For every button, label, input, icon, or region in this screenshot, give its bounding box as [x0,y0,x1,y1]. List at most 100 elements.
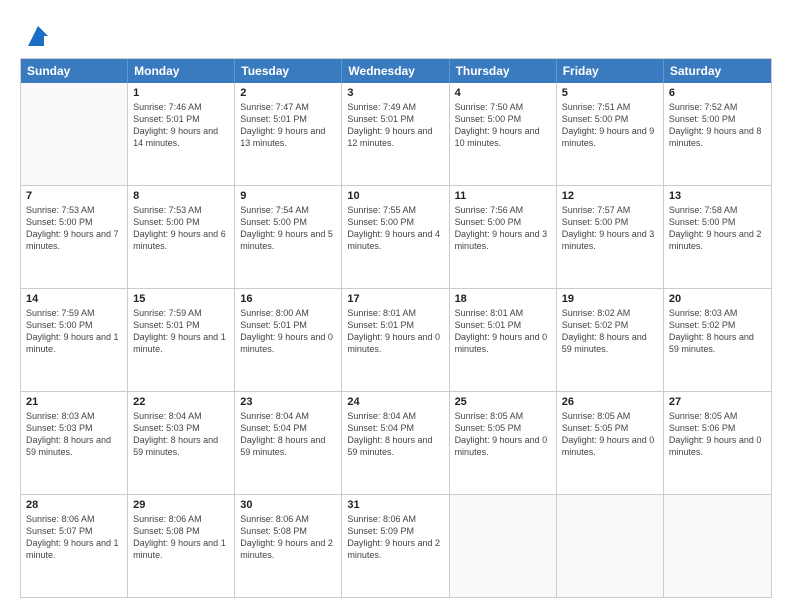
day-info: Sunrise: 7:46 AMSunset: 5:01 PMDaylight:… [133,101,229,150]
day-header-saturday: Saturday [664,59,771,83]
day-header-thursday: Thursday [450,59,557,83]
day-cell-19: 19 Sunrise: 8:02 AMSunset: 5:02 PMDayligh… [557,289,664,391]
day-number: 19 [562,293,658,305]
day-header-sunday: Sunday [21,59,128,83]
day-cell-18: 18Sunrise: 8:01 AMSunset: 5:01 PMDayligh… [450,289,557,391]
day-cell-13: 13 Sunrise: 7:58 AMSunset: 5:00 PMDayligh… [664,186,771,288]
day-number: 22 [133,396,229,408]
day-cell-8: 8Sunrise: 7:53 AMSunset: 5:00 PMDaylight… [128,186,235,288]
day-number: 13 [669,190,766,202]
day-info: Sunrise: 8:02 AMSunset: 5:02 PMDaylight:… [562,307,658,356]
day-cell-17: 17 Sunrise: 8:01 AMSunset: 5:01 PMDayligh… [342,289,449,391]
day-info: Sunrise: 8:06 AMSunset: 5:09 PMDaylight:… [347,513,443,562]
day-cell-7: 7 Sunrise: 7:53 AMSunset: 5:00 PMDaylight… [21,186,128,288]
day-number: 2 [240,87,336,99]
day-number: 25 [455,396,551,408]
day-cell-22: 22 Sunrise: 8:04 AMSunset: 5:03 PMDayligh… [128,392,235,494]
day-info: Sunrise: 8:04 AMSunset: 5:04 PMDaylight:… [240,410,336,459]
empty-cell [557,495,664,597]
day-number: 7 [26,190,122,202]
day-info: Sunrise: 7:58 AMSunset: 5:00 PMDaylight:… [669,204,766,253]
day-info: Sunrise: 7:59 AMSunset: 5:00 PMDaylight:… [26,307,122,356]
day-info: Sunrise: 7:47 AMSunset: 5:01 PMDaylight:… [240,101,336,150]
day-number: 1 [133,87,229,99]
day-info: Sunrise: 8:06 AMSunset: 5:08 PMDaylight:… [240,513,336,562]
day-number: 30 [240,499,336,511]
day-header-wednesday: Wednesday [342,59,449,83]
day-cell-21: 21 Sunrise: 8:03 AMSunset: 5:03 PMDayligh… [21,392,128,494]
day-cell-6: 6 Sunrise: 7:52 AMSunset: 5:00 PMDaylight… [664,83,771,185]
day-cell-4: 4 Sunrise: 7:50 AMSunset: 5:00 PMDaylight… [450,83,557,185]
day-info: Sunrise: 7:53 AMSunset: 5:00 PMDaylight:… [26,204,122,253]
empty-cell [664,495,771,597]
day-info: Sunrise: 8:04 AMSunset: 5:03 PMDaylight:… [133,410,229,459]
calendar-row-5: 28 Sunrise: 8:06 AMSunset: 5:07 PMDayligh… [21,494,771,597]
logo [20,22,52,50]
day-cell-9: 9Sunrise: 7:54 AMSunset: 5:00 PMDaylight… [235,186,342,288]
day-cell-31: 31Sunrise: 8:06 AMSunset: 5:09 PMDayligh… [342,495,449,597]
calendar-row-4: 21 Sunrise: 8:03 AMSunset: 5:03 PMDayligh… [21,391,771,494]
day-info: Sunrise: 7:59 AMSunset: 5:01 PMDaylight:… [133,307,229,356]
day-cell-29: 29Sunrise: 8:06 AMSunset: 5:08 PMDayligh… [128,495,235,597]
calendar: SundayMondayTuesdayWednesdayThursdayFrid… [20,58,772,598]
day-info: Sunrise: 8:03 AMSunset: 5:03 PMDaylight:… [26,410,122,459]
day-number: 26 [562,396,658,408]
day-cell-25: 25 Sunrise: 8:05 AMSunset: 5:05 PMDayligh… [450,392,557,494]
page: SundayMondayTuesdayWednesdayThursdayFrid… [0,0,792,612]
day-info: Sunrise: 8:03 AMSunset: 5:02 PMDaylight:… [669,307,766,356]
day-cell-20: 20Sunrise: 8:03 AMSunset: 5:02 PMDayligh… [664,289,771,391]
day-number: 17 [347,293,443,305]
day-cell-11: 11Sunrise: 7:56 AMSunset: 5:00 PMDayligh… [450,186,557,288]
day-info: Sunrise: 7:55 AMSunset: 5:00 PMDaylight:… [347,204,443,253]
day-info: Sunrise: 8:06 AMSunset: 5:07 PMDaylight:… [26,513,122,562]
day-cell-30: 30 Sunrise: 8:06 AMSunset: 5:08 PMDayligh… [235,495,342,597]
day-info: Sunrise: 7:57 AMSunset: 5:00 PMDaylight:… [562,204,658,253]
day-cell-3: 3 Sunrise: 7:49 AMSunset: 5:01 PMDaylight… [342,83,449,185]
day-number: 18 [455,293,551,305]
empty-cell [21,83,128,185]
day-info: Sunrise: 8:04 AMSunset: 5:04 PMDaylight:… [347,410,443,459]
logo-icon [24,22,52,50]
day-number: 16 [240,293,336,305]
day-number: 4 [455,87,551,99]
day-number: 28 [26,499,122,511]
empty-cell [450,495,557,597]
day-info: Sunrise: 8:01 AMSunset: 5:01 PMDaylight:… [347,307,443,356]
day-number: 6 [669,87,766,99]
day-cell-23: 23 Sunrise: 8:04 AMSunset: 5:04 PMDayligh… [235,392,342,494]
calendar-header: SundayMondayTuesdayWednesdayThursdayFrid… [21,59,771,83]
day-number: 23 [240,396,336,408]
day-info: Sunrise: 7:50 AMSunset: 5:00 PMDaylight:… [455,101,551,150]
day-cell-24: 24Sunrise: 8:04 AMSunset: 5:04 PMDayligh… [342,392,449,494]
calendar-row-3: 14Sunrise: 7:59 AMSunset: 5:00 PMDayligh… [21,288,771,391]
day-info: Sunrise: 8:05 AMSunset: 5:05 PMDaylight:… [455,410,551,459]
day-info: Sunrise: 8:05 AMSunset: 5:06 PMDaylight:… [669,410,766,459]
day-header-friday: Friday [557,59,664,83]
day-number: 29 [133,499,229,511]
day-info: Sunrise: 7:53 AMSunset: 5:00 PMDaylight:… [133,204,229,253]
day-info: Sunrise: 7:51 AMSunset: 5:00 PMDaylight:… [562,101,658,150]
day-info: Sunrise: 8:05 AMSunset: 5:05 PMDaylight:… [562,410,658,459]
day-number: 5 [562,87,658,99]
day-number: 3 [347,87,443,99]
day-cell-28: 28 Sunrise: 8:06 AMSunset: 5:07 PMDayligh… [21,495,128,597]
day-header-monday: Monday [128,59,235,83]
day-info: Sunrise: 7:49 AMSunset: 5:01 PMDaylight:… [347,101,443,150]
day-info: Sunrise: 7:52 AMSunset: 5:00 PMDaylight:… [669,101,766,150]
day-number: 9 [240,190,336,202]
day-number: 15 [133,293,229,305]
day-cell-15: 15 Sunrise: 7:59 AMSunset: 5:01 PMDayligh… [128,289,235,391]
day-number: 12 [562,190,658,202]
day-info: Sunrise: 8:00 AMSunset: 5:01 PMDaylight:… [240,307,336,356]
day-number: 11 [455,190,551,202]
day-cell-1: 1 Sunrise: 7:46 AMSunset: 5:01 PMDaylight… [128,83,235,185]
day-header-tuesday: Tuesday [235,59,342,83]
day-cell-5: 5 Sunrise: 7:51 AMSunset: 5:00 PMDaylight… [557,83,664,185]
day-cell-16: 16 Sunrise: 8:00 AMSunset: 5:01 PMDayligh… [235,289,342,391]
day-cell-12: 12 Sunrise: 7:57 AMSunset: 5:00 PMDayligh… [557,186,664,288]
day-number: 21 [26,396,122,408]
calendar-row-2: 7 Sunrise: 7:53 AMSunset: 5:00 PMDaylight… [21,185,771,288]
day-cell-27: 27Sunrise: 8:05 AMSunset: 5:06 PMDayligh… [664,392,771,494]
calendar-row-1: 1 Sunrise: 7:46 AMSunset: 5:01 PMDaylight… [21,83,771,185]
day-cell-14: 14Sunrise: 7:59 AMSunset: 5:00 PMDayligh… [21,289,128,391]
